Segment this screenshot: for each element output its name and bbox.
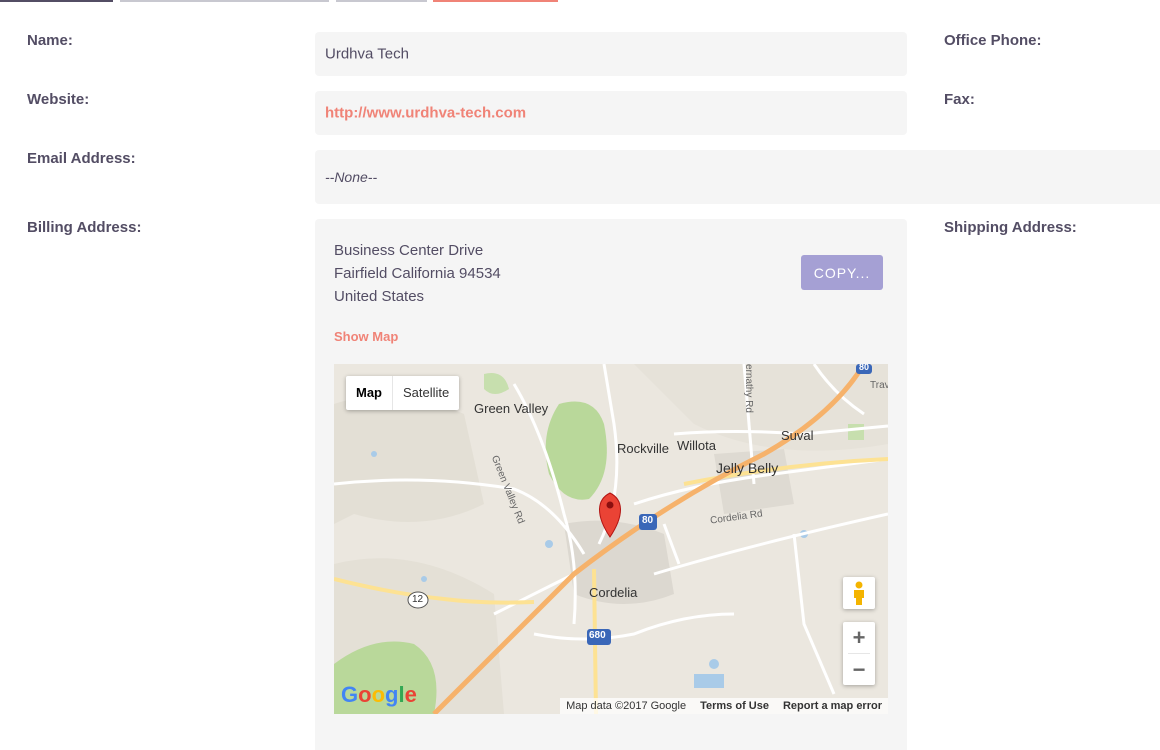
jelly-belly-label: Jelly Belly <box>716 460 779 476</box>
tab-indicator-3[interactable] <box>336 0 427 2</box>
website-link[interactable]: http://www.urdhva-tech.com <box>325 105 526 122</box>
tab-indicator-1[interactable] <box>0 0 113 2</box>
email-field[interactable]: --None-- <box>315 150 1160 204</box>
show-map-link[interactable]: Show Map <box>334 329 398 344</box>
street-view-button[interactable] <box>843 577 875 609</box>
billing-city-line: Fairfield California 94534 <box>334 265 501 282</box>
rockville-label: Rockville <box>617 441 670 456</box>
willota-label: Willota <box>677 438 717 453</box>
name-field[interactable]: Urdhva Tech <box>315 32 907 76</box>
report-map-error-link[interactable]: Report a map error <box>783 700 882 712</box>
google-logo: Google <box>341 682 417 707</box>
tab-indicator-2[interactable] <box>120 0 329 2</box>
billing-address-box: Business Center Drive Fairfield Californ… <box>315 219 907 750</box>
map-type-control: Map Satellite <box>346 376 460 410</box>
map-type-satellite-button[interactable]: Satellite <box>393 376 459 410</box>
zoom-control: + − <box>843 622 875 685</box>
name-label: Name: <box>27 32 73 49</box>
green-valley-label: Green Valley <box>474 401 549 416</box>
google-map[interactable]: 80 680 80 12 Green Valley Rockville Will… <box>334 364 888 714</box>
pegman-icon <box>854 581 864 605</box>
billing-street: Business Center Drive <box>334 242 484 259</box>
i680-shield-label: 680 <box>589 630 606 641</box>
i80-top-shield-label: 80 <box>859 364 870 372</box>
email-label: Email Address: <box>27 150 136 167</box>
billing-address-label: Billing Address: <box>27 219 142 236</box>
cordelia-label: Cordelia <box>589 585 638 600</box>
website-field: http://www.urdhva-tech.com <box>315 91 907 135</box>
suval-label: Suval <box>781 428 814 443</box>
office-phone-label: Office Phone: <box>944 32 1042 49</box>
route12-shield-label: 12 <box>412 594 424 605</box>
fax-label: Fax: <box>944 91 975 108</box>
map-attribution-bar: Map data ©2017 Google Terms of Use Repor… <box>560 698 888 714</box>
zoom-in-button[interactable]: + <box>843 622 875 653</box>
map-attribution: Map data ©2017 Google <box>566 700 687 712</box>
tab-strip <box>0 0 1160 2</box>
i80-shield-label: 80 <box>642 515 654 526</box>
map-base-layer <box>334 364 888 714</box>
abernathy-rd-label: ernathy Rd <box>743 364 754 413</box>
zoom-out-button[interactable]: − <box>843 654 875 685</box>
tab-indicator-4[interactable] <box>433 0 558 2</box>
shipping-address-label: Shipping Address: <box>944 219 1077 236</box>
billing-country: United States <box>334 288 425 305</box>
terms-of-use-link[interactable]: Terms of Use <box>700 700 769 712</box>
copy-button[interactable]: COPY... <box>801 255 883 290</box>
website-label: Website: <box>27 91 90 108</box>
map-type-map-button[interactable]: Map <box>346 376 393 410</box>
name-value: Urdhva Tech <box>325 45 409 63</box>
trav-label: Trav <box>870 380 888 391</box>
email-value: --None-- <box>325 169 378 185</box>
